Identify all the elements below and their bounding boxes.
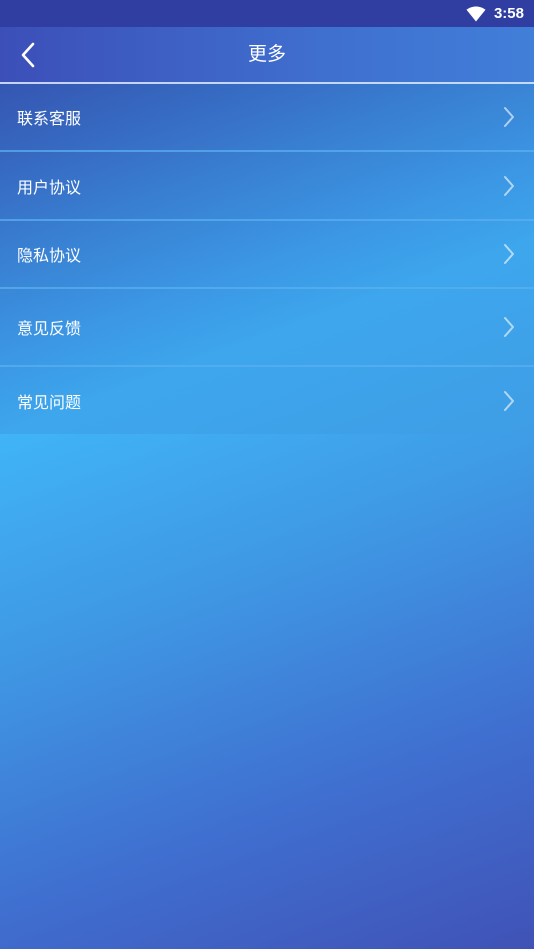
menu-item-label: 常见问题 [17, 392, 82, 412]
menu-item-label: 用户协议 [17, 177, 82, 197]
status-bar: 3:58 [0, 0, 534, 27]
menu-item-faq[interactable]: 常见问题 [0, 367, 534, 434]
menu-item-label: 隐私协议 [17, 246, 82, 265]
chevron-right-icon [504, 107, 514, 127]
menu-item-label: 联系客服 [17, 109, 82, 128]
menu-item-user-agreement[interactable]: 用户协议 [0, 152, 534, 219]
chevron-right-icon [504, 317, 514, 337]
chevron-right-icon [504, 244, 514, 264]
menu-item-privacy-agreement[interactable]: 隐私协议 [0, 221, 534, 287]
status-time: 3:58 [493, 5, 524, 22]
wifi-icon [466, 6, 486, 21]
status-indicators: 3:58 [466, 0, 524, 27]
menu-list: 联系客服 用户协议 隐私协议 意见反馈 常见问题 [0, 84, 534, 434]
menu-item-contact-service[interactable]: 联系客服 [0, 84, 534, 150]
more-screen: 3:58 更多 联系客服 用户协议 隐私协议 意见反馈 常见问题 [0, 0, 534, 949]
menu-item-label: 意见反馈 [17, 319, 82, 338]
app-header: 更多 [0, 27, 534, 82]
page-title: 更多 [247, 43, 286, 65]
menu-item-feedback[interactable]: 意见反馈 [0, 289, 534, 365]
chevron-right-icon [504, 390, 514, 411]
chevron-right-icon [504, 175, 514, 196]
